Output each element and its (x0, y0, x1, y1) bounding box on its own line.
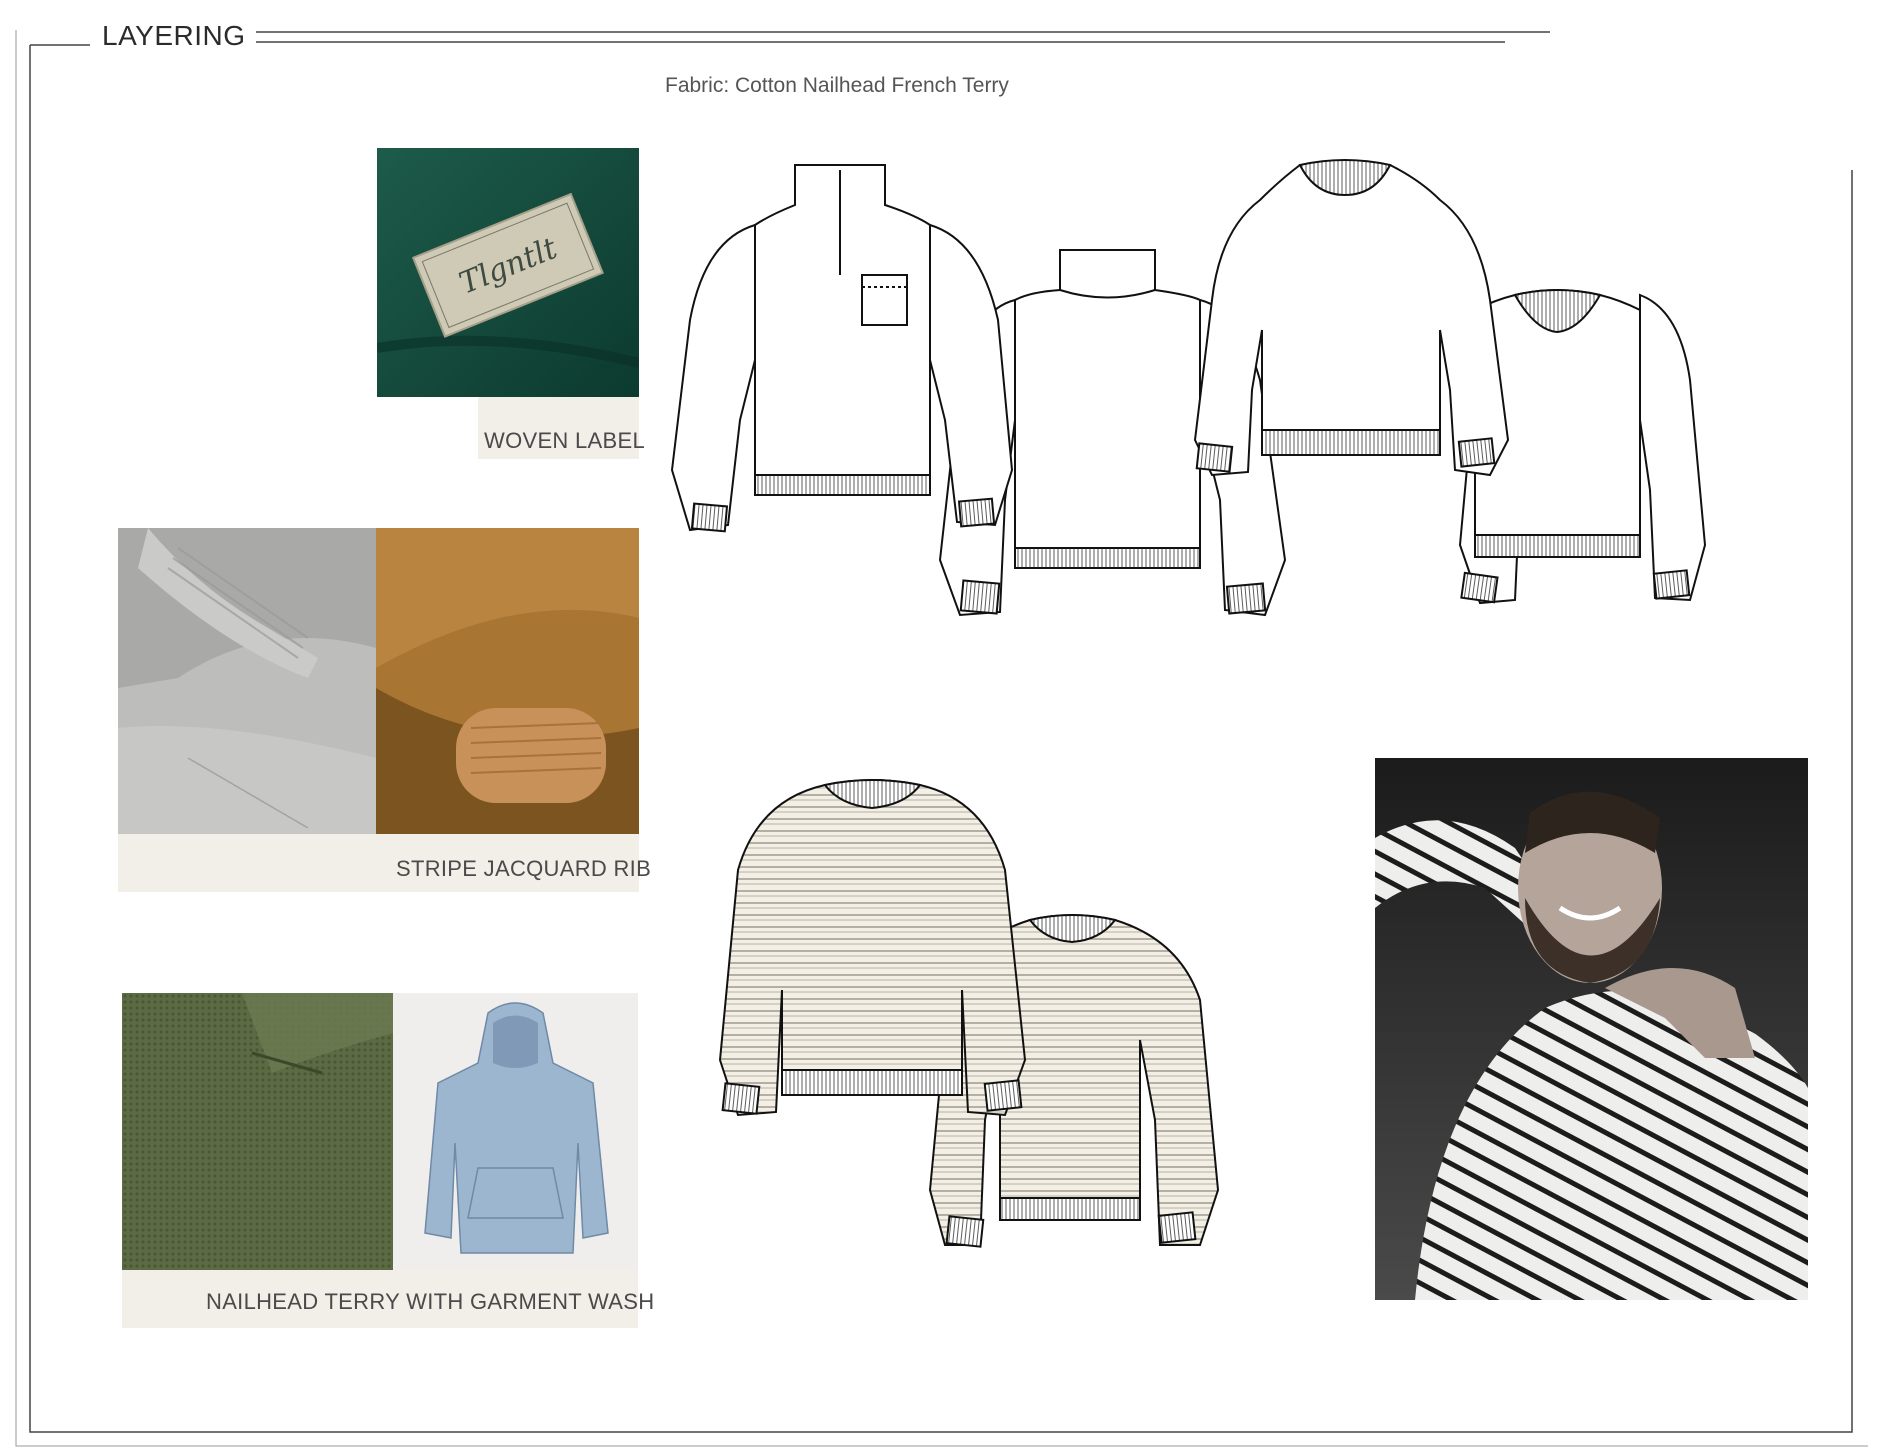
model-striped-sweater-photo (1375, 758, 1808, 1300)
quarter-zip-front-sketch (670, 164, 1014, 533)
woven-label-caption: WOVEN LABEL (484, 428, 646, 453)
grey-rib-cuff-photo (118, 528, 376, 834)
camel-rib-cuff-photo (376, 528, 639, 834)
woven-label-photo: Tlgntlt (377, 148, 639, 397)
stripe-jacquard-caption: STRIPE JACQUARD RIB (396, 856, 652, 881)
page-title: LAYERING (92, 20, 256, 52)
nailhead-terry-caption: NAILHEAD TERRY WITH GARMENT WASH (206, 1289, 655, 1314)
washed-blue-hoodie-photo (393, 993, 638, 1270)
olive-terry-photo (122, 993, 393, 1270)
fabric-subtitle: Fabric: Cotton Nailhead French Terry (665, 74, 1009, 97)
striped-crewneck-front-sketch (718, 779, 1027, 1117)
crewneck-front-sketch (1193, 159, 1510, 477)
